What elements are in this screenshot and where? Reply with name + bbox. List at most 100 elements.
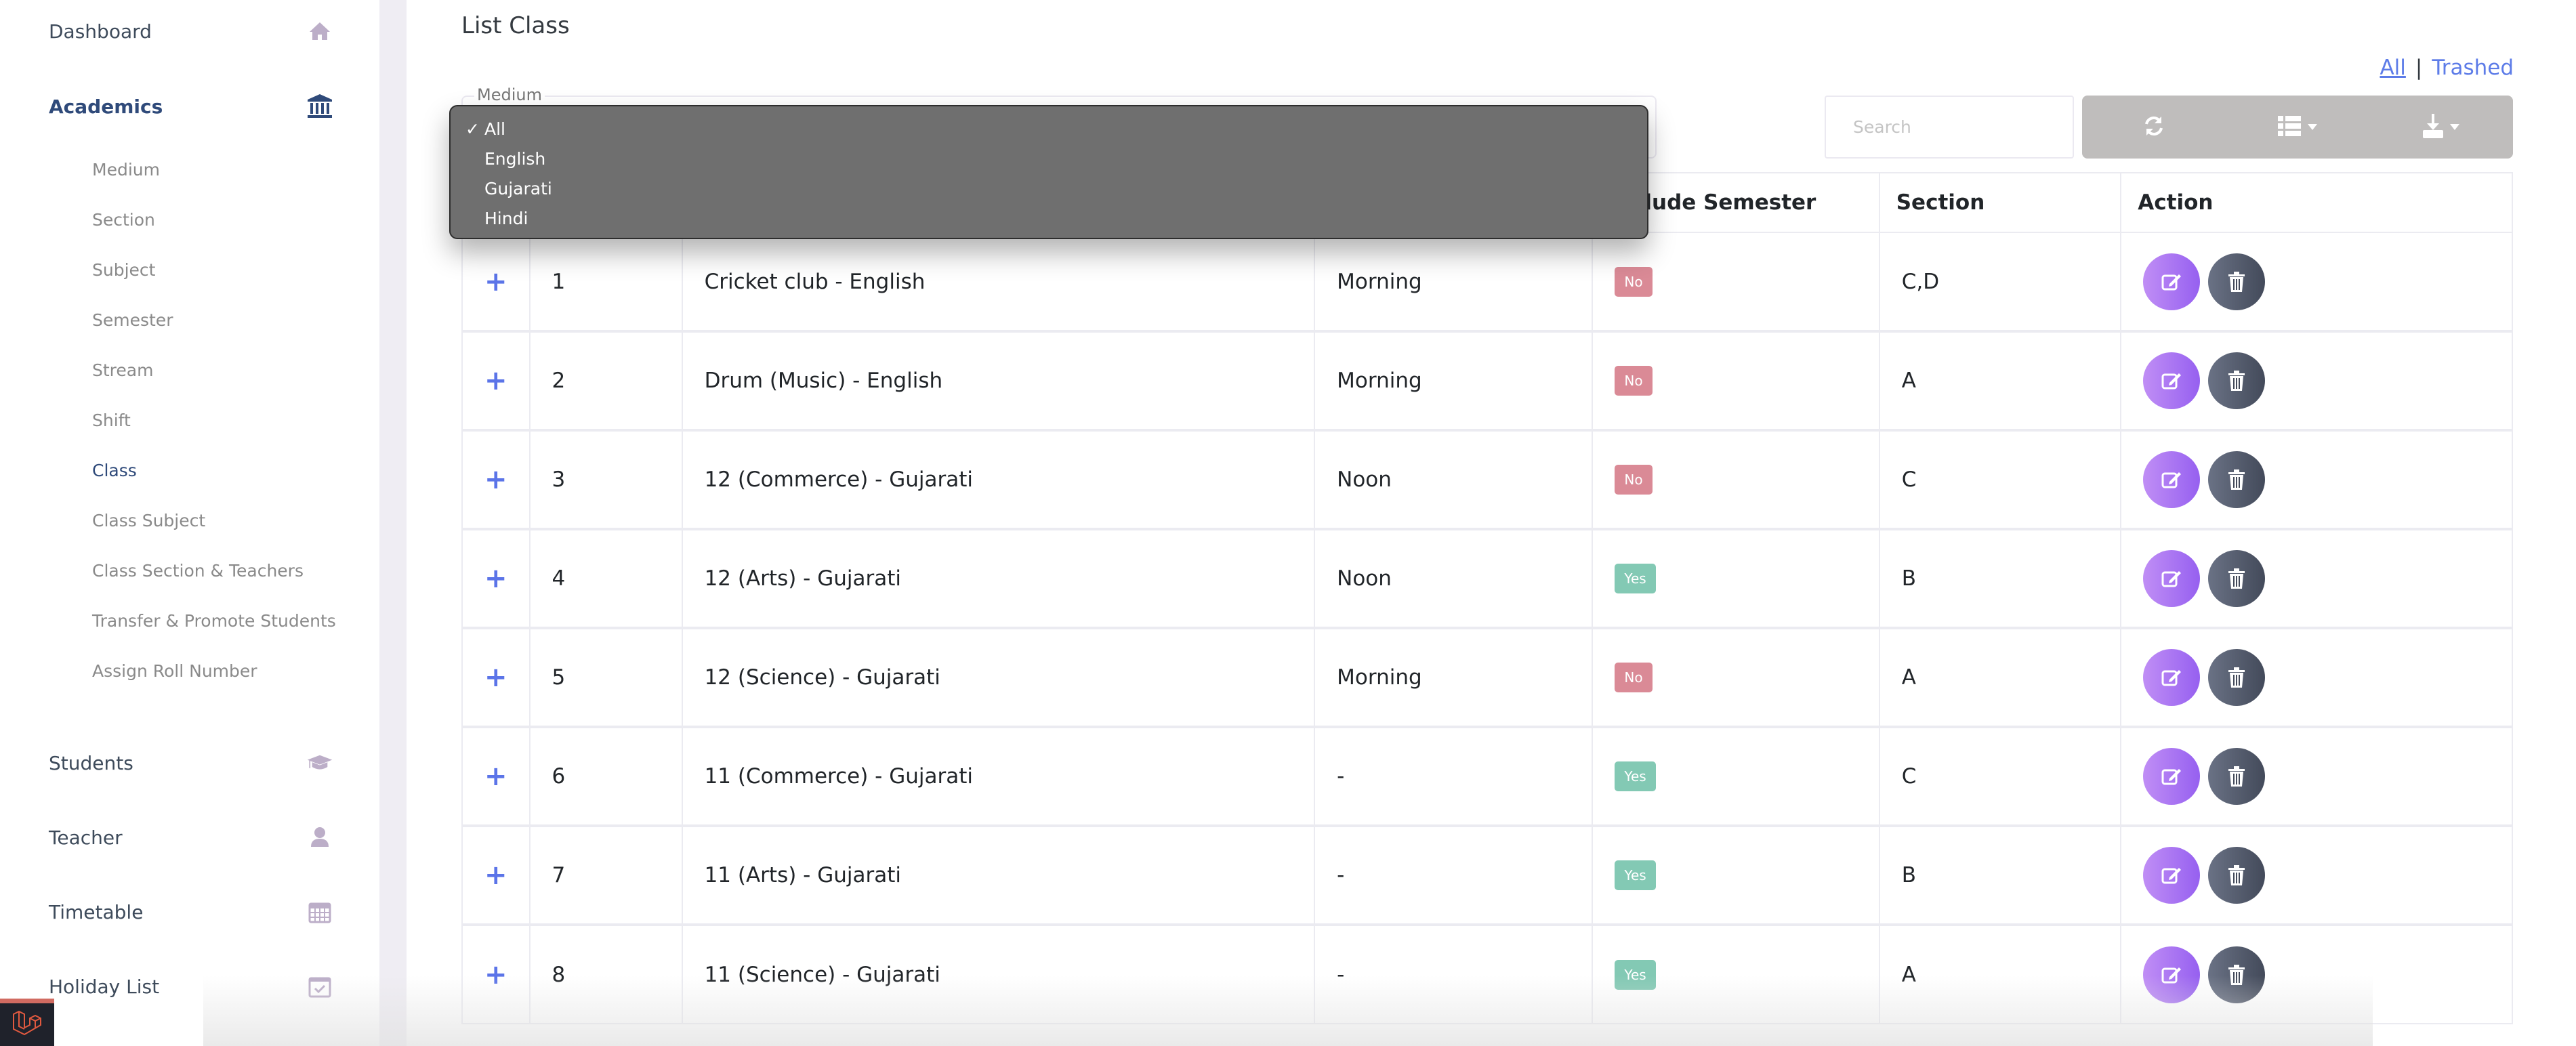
edit-icon	[2161, 472, 2182, 488]
trash-icon	[2228, 568, 2245, 589]
view-all-link[interactable]: All	[2380, 56, 2405, 80]
table-row: +2 Drum (Music) - English Morning No A	[461, 330, 2513, 431]
medium-option-english[interactable]: English	[451, 144, 1647, 174]
medium-option-gujarati[interactable]: Gujarati	[451, 174, 1647, 204]
expand-row-icon[interactable]: +	[484, 662, 507, 693]
row-shift: -	[1314, 726, 1594, 827]
caret-down-icon	[2308, 124, 2317, 130]
expand-row-icon[interactable]: +	[484, 464, 507, 495]
semester-cell: No	[1592, 429, 1880, 530]
edit-button[interactable]	[2143, 352, 2201, 409]
delete-button[interactable]	[2208, 946, 2266, 1003]
refresh-button[interactable]	[2082, 96, 2226, 159]
view-trashed-link[interactable]: Trashed	[2432, 56, 2514, 80]
sidebar-item-label: Dashboard	[49, 20, 152, 43]
institution-icon	[306, 93, 333, 120]
row-name: Cricket club - English	[681, 232, 1316, 332]
edit-button[interactable]	[2143, 451, 2201, 508]
trash-icon	[2228, 469, 2245, 490]
page-title: List Class	[461, 12, 570, 39]
medium-option-all[interactable]: ✓ All	[451, 114, 1647, 144]
expand-row-icon[interactable]: +	[484, 761, 507, 792]
action-cell	[2120, 923, 2513, 1024]
row-name: Drum (Music) - English	[681, 330, 1316, 431]
view-links-separator: |	[2415, 56, 2423, 80]
sidebar-item-dashboard[interactable]: Dashboard	[49, 18, 333, 45]
edit-button[interactable]	[2143, 847, 2201, 904]
sidebar-subitem-medium[interactable]: Medium	[92, 160, 160, 180]
action-cell	[2120, 232, 2513, 332]
edit-button[interactable]	[2143, 748, 2201, 805]
sidebar-subitem-assign-roll-number[interactable]: Assign Roll Number	[92, 661, 257, 681]
row-name: 11 (Science) - Gujarati	[681, 923, 1316, 1024]
row-shift: Morning	[1314, 232, 1594, 332]
delete-button[interactable]	[2208, 451, 2266, 508]
sidebar-subitem-subject[interactable]: Subject	[92, 260, 155, 280]
semester-cell: No	[1592, 627, 1880, 728]
edit-icon	[2161, 274, 2182, 290]
delete-button[interactable]	[2208, 550, 2266, 607]
sidebar-subitem-stream[interactable]: Stream	[92, 360, 153, 380]
export-button[interactable]	[2369, 96, 2513, 159]
columns-icon	[2278, 115, 2301, 139]
sidebar-subitem-transfer-promote[interactable]: Transfer & Promote Students	[92, 611, 336, 631]
column-header-section[interactable]: Section	[1878, 172, 2122, 233]
sidebar-item-holiday-list[interactable]: Holiday List	[49, 973, 333, 1000]
calendar-icon	[306, 898, 333, 925]
edit-icon	[2161, 571, 2182, 587]
sidebar-subitem-semester[interactable]: Semester	[92, 310, 173, 330]
semester-badge: Yes	[1615, 564, 1656, 593]
row-no: 2	[528, 330, 683, 431]
table-row: +3 12 (Commerce) - Gujarati Noon No C	[461, 429, 2513, 530]
table-row: +7 11 (Arts) - Gujarati - Yes B	[461, 824, 2513, 925]
delete-button[interactable]	[2208, 253, 2266, 310]
trash-icon	[2228, 271, 2245, 292]
edit-button[interactable]	[2143, 946, 2201, 1003]
debugbar-toggle[interactable]	[0, 999, 54, 1046]
row-section: C	[1878, 429, 2122, 530]
edit-button[interactable]	[2143, 253, 2201, 310]
delete-button[interactable]	[2208, 352, 2266, 409]
sidebar-item-academics[interactable]: Academics	[49, 93, 333, 120]
delete-button[interactable]	[2208, 649, 2266, 706]
expand-row-icon[interactable]: +	[484, 860, 507, 891]
action-cell	[2120, 330, 2513, 431]
semester-badge: Yes	[1615, 860, 1656, 890]
expand-row-icon[interactable]: +	[484, 266, 507, 297]
row-shift: Noon	[1314, 528, 1594, 629]
semester-badge: No	[1615, 266, 1653, 297]
medium-option-hindi[interactable]: Hindi	[451, 204, 1647, 234]
delete-button[interactable]	[2208, 748, 2266, 805]
edit-icon	[2161, 769, 2182, 785]
expand-row-icon[interactable]: +	[484, 563, 507, 594]
columns-toggle-button[interactable]	[2226, 96, 2369, 159]
edit-button[interactable]	[2143, 550, 2201, 607]
search-input[interactable]	[1825, 96, 2074, 159]
medium-select-label: Medium	[474, 85, 545, 104]
sidebar-subitem-shift[interactable]: Shift	[92, 411, 131, 430]
edit-icon	[2161, 967, 2182, 983]
edit-button[interactable]	[2143, 649, 2201, 706]
row-section: C	[1878, 726, 2122, 827]
sidebar-subitem-section[interactable]: Section	[92, 210, 155, 230]
sidebar-subitem-class-section-teachers[interactable]: Class Section & Teachers	[92, 561, 304, 581]
expand-row-icon[interactable]: +	[484, 959, 507, 990]
sidebar-item-timetable[interactable]: Timetable	[49, 898, 333, 925]
row-no: 3	[528, 429, 683, 530]
row-shift: Morning	[1314, 627, 1594, 728]
table-toolbar	[2082, 96, 2513, 159]
caret-down-icon	[2450, 124, 2459, 130]
expand-cell: +	[461, 528, 531, 629]
action-cell	[2120, 429, 2513, 530]
sidebar-item-teacher[interactable]: Teacher	[49, 824, 333, 851]
semester-cell: Yes	[1592, 824, 1880, 925]
semester-cell: Yes	[1592, 528, 1880, 629]
semester-badge: No	[1615, 663, 1653, 692]
delete-button[interactable]	[2208, 847, 2266, 904]
expand-cell: +	[461, 627, 531, 728]
sidebar-item-students[interactable]: Students	[49, 749, 333, 776]
sidebar-subitem-class-subject[interactable]: Class Subject	[92, 511, 205, 530]
expand-row-icon[interactable]: +	[484, 365, 507, 396]
trash-icon	[2228, 766, 2245, 787]
sidebar-subitem-class[interactable]: Class	[92, 461, 137, 480]
